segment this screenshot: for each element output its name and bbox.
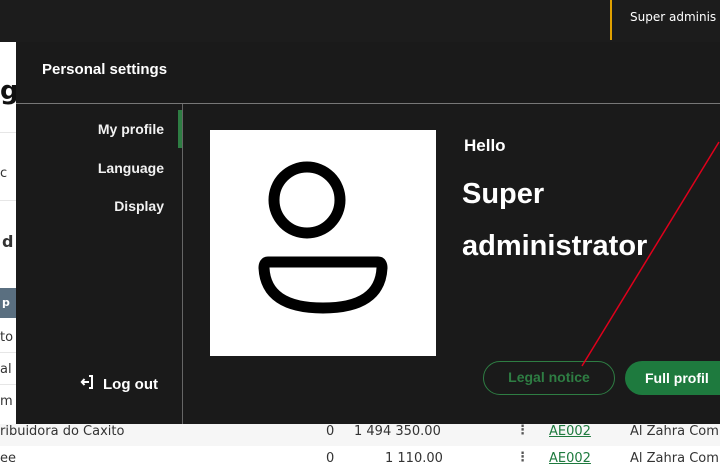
bg-table-rows: ribuidora do Caxito 0 1 494 350.00 ⋮ AE0…: [0, 423, 720, 466]
logout-icon: [80, 374, 94, 394]
row-company: Al Zahra Comp: [630, 451, 720, 466]
bg-divider: [0, 200, 16, 201]
row-amount: 1 494 350.00: [354, 424, 441, 439]
nav-item-language[interactable]: Language: [98, 160, 164, 176]
row-code-link[interactable]: AE002: [549, 451, 591, 466]
row-name: ribuidora do Caxito: [0, 424, 125, 439]
nav-active-indicator: [178, 110, 182, 148]
row-code-link[interactable]: AE002: [549, 424, 591, 439]
legal-notice-button[interactable]: Legal notice: [483, 361, 615, 395]
row-count: 0: [326, 451, 335, 466]
bg-fragment: d: [2, 232, 14, 251]
bg-fragment: c: [0, 166, 8, 181]
user-avatar-icon: [258, 161, 388, 314]
profile-picture[interactable]: [210, 130, 436, 356]
greeting: Hello: [464, 136, 506, 155]
bg-divider: [0, 352, 16, 353]
nav-item-my-profile[interactable]: My profile: [98, 121, 164, 137]
panel-header-divider: [16, 103, 720, 104]
bg-divider: [0, 384, 16, 385]
bg-divider: [0, 132, 16, 133]
top-bar: Super adminis: [0, 0, 720, 42]
bg-fragment: to: [0, 330, 14, 345]
panel-title: Personal settings: [42, 61, 168, 78]
row-company: Al Zahra Comp: [630, 424, 720, 439]
kebab-menu-icon[interactable]: ⋮: [516, 450, 529, 465]
row-count: 0: [326, 424, 335, 439]
kebab-menu-icon[interactable]: ⋮: [516, 423, 529, 438]
bg-fragment: m: [0, 394, 13, 409]
bg-fragment: al: [0, 362, 12, 377]
logout-label: Log out: [103, 375, 158, 393]
user-menu[interactable]: Super adminis: [610, 0, 716, 40]
full-profile-button[interactable]: Full profil: [625, 361, 720, 395]
logout-button[interactable]: Log out: [80, 374, 158, 394]
table-row[interactable]: ee 0 1 110.00 ⋮ AE002 Al Zahra Comp: [0, 450, 720, 466]
table-row[interactable]: ribuidora do Caxito 0 1 494 350.00 ⋮ AE0…: [0, 423, 720, 446]
nav-item-display[interactable]: Display: [114, 198, 164, 214]
row-name: ee: [0, 451, 16, 466]
personal-settings-panel: Personal settings My profile Language Di…: [16, 42, 720, 424]
panel-nav-divider: [182, 104, 183, 424]
row-amount: 1 110.00: [385, 451, 443, 466]
username: Super administrator: [462, 178, 648, 262]
